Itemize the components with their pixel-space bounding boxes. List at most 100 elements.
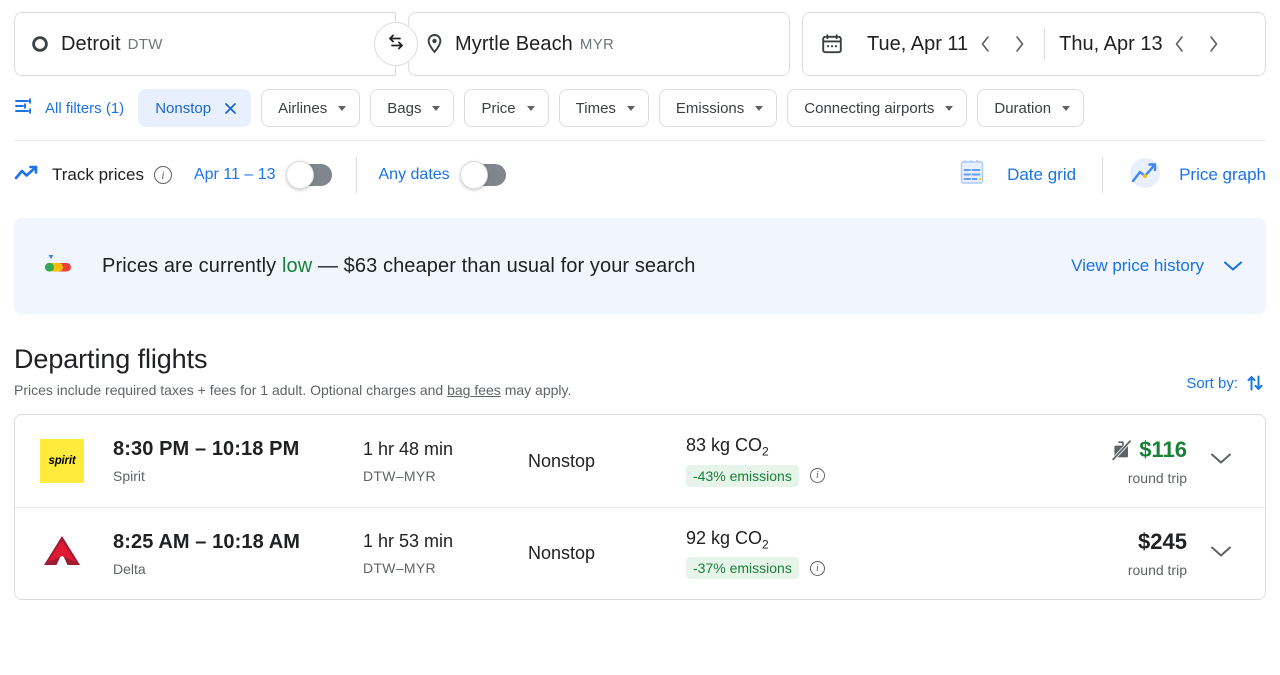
price-graph-label: Price graph xyxy=(1179,165,1266,184)
destination-input[interactable]: Myrtle Beach MYR xyxy=(408,12,790,76)
depart-next-day-button[interactable] xyxy=(1002,27,1036,61)
flight-emissions-column: 92 kg CO2 -37% emissions i xyxy=(686,528,936,580)
circle-outline-icon xyxy=(31,35,61,53)
chip-airlines-label: Airlines xyxy=(278,99,328,117)
chevron-down-icon xyxy=(1222,259,1244,273)
chip-emissions-label: Emissions xyxy=(675,99,745,117)
destination-city: Myrtle Beach xyxy=(455,32,573,55)
origin-input[interactable]: Detroit DTW xyxy=(14,12,396,76)
expand-flight-button[interactable] xyxy=(1193,451,1249,471)
chip-nonstop[interactable]: Nonstop xyxy=(138,89,252,127)
chevron-down-icon xyxy=(1062,105,1071,111)
flight-price-main: $245 xyxy=(936,529,1187,555)
chevron-down-icon xyxy=(432,105,441,111)
flight-stops: Nonstop xyxy=(528,543,596,563)
origin-code: DTW xyxy=(127,35,163,53)
flight-duration-column: 1 hr 48 min DTW–MYR xyxy=(363,439,528,484)
date-range-selector[interactable]: Tue, Apr 11 Thu, Apr 13 xyxy=(802,12,1266,76)
chip-airlines[interactable]: Airlines xyxy=(261,89,361,127)
delta-logo xyxy=(39,531,85,576)
calendar-icon xyxy=(821,33,851,55)
close-icon[interactable] xyxy=(223,101,238,116)
chip-duration[interactable]: Duration xyxy=(977,89,1085,127)
airline-name: Delta xyxy=(113,560,146,577)
return-next-day-button[interactable] xyxy=(1197,27,1231,61)
flight-price: $245 xyxy=(1138,529,1187,554)
departing-flights-header: Departing flights Prices include require… xyxy=(0,314,1280,398)
origin-city: Detroit xyxy=(61,32,121,55)
date-grid-icon xyxy=(955,156,993,195)
swap-airports-button[interactable] xyxy=(374,22,418,66)
flight-emissions-column: 83 kg CO2 -43% emissions i xyxy=(686,435,936,487)
toggle-any-dates-switch[interactable] xyxy=(459,161,506,189)
info-icon[interactable]: i xyxy=(809,468,825,484)
emissions-amount: 92 kg CO xyxy=(686,527,763,548)
chip-price-label: Price xyxy=(481,99,516,117)
table-row[interactable]: spirit 8:30 PM – 10:18 PM Spirit 1 hr 48… xyxy=(15,415,1265,507)
depart-prev-day-button[interactable] xyxy=(968,27,1002,61)
return-date-block[interactable]: Thu, Apr 13 xyxy=(1055,27,1230,61)
table-row[interactable]: 8:25 AM – 10:18 AM Delta 1 hr 53 min DTW… xyxy=(15,507,1265,599)
toggle-apr-range-label: Apr 11 – 13 xyxy=(193,166,276,183)
chip-price[interactable]: Price xyxy=(464,89,549,127)
flight-times: 8:25 AM – 10:18 AM xyxy=(113,530,301,553)
flight-stops: Nonstop xyxy=(528,450,596,471)
chevron-down-icon xyxy=(1209,451,1233,471)
sort-by-button[interactable]: Sort by: xyxy=(1186,372,1266,398)
banner-text-before: Prices are currently xyxy=(102,254,282,277)
location-pin-icon xyxy=(425,33,455,55)
departing-subtitle: Prices include required taxes + fees for… xyxy=(14,382,1186,398)
flight-price: $116 xyxy=(1139,436,1187,462)
flight-route: DTW–MYR xyxy=(363,560,436,576)
date-grid-button[interactable]: Date grid xyxy=(955,156,1076,195)
track-prices-label: Track prices xyxy=(52,165,144,184)
chip-connecting-airports-label: Connecting airports xyxy=(804,99,935,117)
toggle-any-dates-label: Any dates xyxy=(378,166,450,183)
flight-route: DTW–MYR xyxy=(363,467,436,484)
toggle-apr-range[interactable]: Apr 11 – 13 xyxy=(193,161,332,189)
chip-bags-label: Bags xyxy=(387,99,422,117)
info-icon[interactable]: i xyxy=(809,560,825,576)
info-icon[interactable]: i xyxy=(153,166,172,184)
emissions-subscript: 2 xyxy=(762,444,769,459)
depart-date: Tue, Apr 11 xyxy=(867,32,969,55)
toggle-apr-range-switch[interactable] xyxy=(285,161,332,189)
banner-highlight: low xyxy=(281,254,313,277)
expand-flight-button[interactable] xyxy=(1193,544,1249,564)
chip-times[interactable]: Times xyxy=(558,89,649,127)
chip-emissions[interactable]: Emissions xyxy=(658,89,778,127)
all-filters-button[interactable]: All filters (1) xyxy=(14,96,128,120)
flight-times-column: 8:25 AM – 10:18 AM Delta xyxy=(113,531,363,577)
bag-fees-link[interactable]: bag fees xyxy=(447,382,501,398)
page-title: Departing flights xyxy=(14,344,208,374)
view-price-history-button[interactable]: View price history xyxy=(1071,256,1244,276)
chevron-down-icon xyxy=(1209,544,1233,564)
chevron-down-icon xyxy=(626,105,635,111)
toggle-any-dates[interactable]: Any dates xyxy=(378,161,506,189)
spirit-logo-text: spirit xyxy=(48,455,76,467)
chip-times-label: Times xyxy=(575,99,616,117)
price-gauge-icon xyxy=(38,247,78,286)
emissions-amount: 83 kg CO xyxy=(686,435,763,456)
price-graph-button[interactable]: Price graph xyxy=(1125,154,1266,197)
search-bar: Detroit DTW Myrtle Beach MYR Tue, Apr 11… xyxy=(0,0,1280,80)
price-insight-text: Prices are currently low — $63 cheaper t… xyxy=(102,255,695,278)
depart-date-block[interactable]: Tue, Apr 11 xyxy=(851,27,1036,61)
toggle-divider xyxy=(355,157,357,193)
flight-duration: 1 hr 48 min xyxy=(363,438,454,459)
sort-arrows-icon xyxy=(1244,372,1266,394)
chip-bags[interactable]: Bags xyxy=(370,89,455,127)
banner-text-after: — $63 cheaper than usual for your search xyxy=(312,254,696,277)
all-filters-label: All filters (1) xyxy=(45,99,125,117)
view-price-history-label: View price history xyxy=(1071,256,1204,275)
return-prev-day-button[interactable] xyxy=(1163,27,1197,61)
chip-connecting-airports[interactable]: Connecting airports xyxy=(787,89,968,127)
date-grid-label: Date grid xyxy=(1007,165,1077,184)
track-prices-row: Track prices i Apr 11 – 13 Any dates Dat… xyxy=(0,141,1280,209)
flight-duration-column: 1 hr 53 min DTW–MYR xyxy=(363,531,528,576)
flight-results-list: spirit 8:30 PM – 10:18 PM Spirit 1 hr 48… xyxy=(14,414,1266,600)
flight-price-column: $245 round trip xyxy=(936,529,1193,578)
tune-sliders-icon xyxy=(14,96,34,120)
toggle-knob xyxy=(285,161,314,189)
flight-price-type: round trip xyxy=(1127,469,1187,486)
